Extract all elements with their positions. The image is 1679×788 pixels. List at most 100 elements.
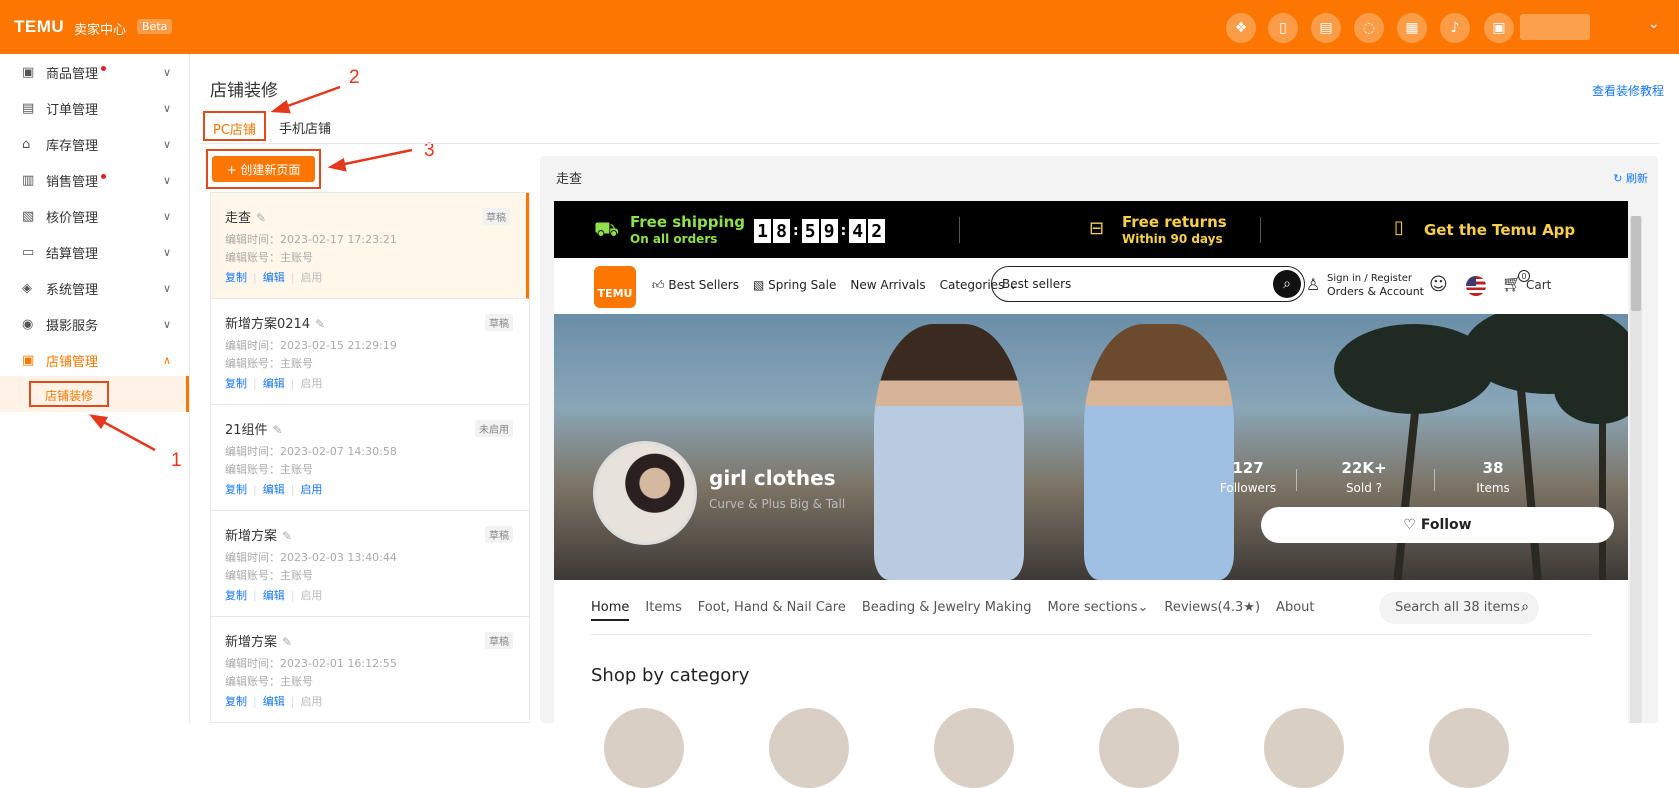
- temu-logo[interactable]: TEMU: [14, 17, 64, 37]
- sold-label: Sold: [1345, 481, 1372, 495]
- followers-label: Followers: [1219, 481, 1277, 495]
- category-thumbnail[interactable]: [934, 708, 1014, 788]
- edit-link[interactable]: 编辑: [263, 589, 285, 602]
- sidebar-item-settlement[interactable]: ▭ 结算管理 ∨: [0, 237, 190, 267]
- page-name: 新增方案: [225, 529, 278, 544]
- book-icon[interactable]: ▤: [1311, 13, 1341, 43]
- sidebar-item-inventory[interactable]: ⌂ 库存管理 ∨: [0, 129, 190, 159]
- copy-link[interactable]: 复制: [225, 483, 247, 496]
- copy-link[interactable]: 复制: [225, 377, 247, 390]
- sidebar-item-pricing[interactable]: ▧ 核价管理 ∨: [0, 201, 190, 231]
- copy-link[interactable]: 复制: [225, 589, 247, 602]
- sidebar-subitem-decoration[interactable]: 店铺装修: [0, 376, 189, 412]
- preview-scrollbar[interactable]: [1630, 216, 1642, 723]
- thumbs-up-icon: 👍︎: [652, 278, 669, 292]
- sidebar-item-label: 核价管理: [46, 210, 99, 226]
- nav-link-best-sellers[interactable]: 👍︎ Best Sellers: [652, 278, 739, 293]
- chat-icon[interactable]: ◌: [1354, 13, 1384, 43]
- category-thumbnail[interactable]: [1429, 708, 1509, 788]
- copy-link[interactable]: 复制: [225, 271, 247, 284]
- status-badge: 草稿: [485, 314, 513, 331]
- phone-icon[interactable]: ▯: [1268, 13, 1298, 43]
- sidebar-item-products[interactable]: ▣ 商品管理 ∨: [0, 57, 190, 87]
- shop-icon: ▣: [22, 352, 35, 368]
- sidebar-item-label: 系统管理: [46, 282, 99, 298]
- edit-icon[interactable]: ✎: [282, 529, 292, 543]
- edit-link[interactable]: 编辑: [263, 271, 285, 284]
- edit-link[interactable]: 编辑: [263, 377, 285, 390]
- tab-home[interactable]: Home: [591, 600, 630, 621]
- sidebar-item-system[interactable]: ◈ 系统管理 ∨: [0, 273, 190, 303]
- support-chat-icon[interactable]: ☺: [1429, 274, 1448, 295]
- tab-jewelry[interactable]: Beading & Jewelry Making: [862, 600, 1032, 621]
- sidebar-item-orders[interactable]: ▤ 订单管理 ∨: [0, 93, 190, 123]
- category-thumbnail[interactable]: [604, 708, 684, 788]
- sidebar-item-sales[interactable]: ▥ 销售管理 ∨: [0, 165, 190, 195]
- scrollbar-thumb[interactable]: [1631, 216, 1641, 311]
- page-card[interactable]: 走查 ✎ 草稿 编辑时间：2023-02-17 17:23:21 编辑账号：主账号…: [211, 193, 529, 299]
- page-card[interactable]: 21组件 ✎ 未启用 编辑时间：2023-02-07 14:30:58 编辑账号：…: [211, 405, 529, 511]
- search-icon[interactable]: ⌕: [1521, 599, 1529, 615]
- edit-icon[interactable]: ✎: [282, 635, 292, 649]
- nav-link-new-arrivals[interactable]: New Arrivals: [850, 278, 925, 293]
- page-card[interactable]: 新增方案 ✎ 草稿 编辑时间：2023-02-03 13:40:44 编辑账号：主…: [211, 511, 529, 617]
- page-edit-account: 编辑账号：主账号: [225, 569, 313, 582]
- help-icon[interactable]: ?: [1372, 481, 1382, 495]
- account-link[interactable]: Sign in / Register Orders & Account: [1327, 272, 1424, 298]
- store-icon[interactable]: ▣: [1484, 13, 1514, 43]
- create-page-button[interactable]: + 创建新页面: [212, 156, 315, 182]
- enable-link[interactable]: 启用: [300, 377, 322, 390]
- tab-about[interactable]: About: [1276, 600, 1314, 621]
- search-icon[interactable]: ⌕: [1273, 270, 1301, 298]
- edit-icon[interactable]: ✎: [256, 211, 266, 225]
- category-thumbnail[interactable]: [769, 708, 849, 788]
- enable-link[interactable]: 启用: [300, 271, 322, 284]
- store-items-search[interactable]: Search all 38 items ⌕: [1379, 592, 1539, 624]
- tab-pc-store[interactable]: PC店铺: [203, 111, 266, 141]
- nav-link-spring-sale[interactable]: ▧ Spring Sale: [753, 278, 836, 293]
- chevron-down-icon[interactable]: ⌄: [1648, 16, 1660, 32]
- us-flag-icon[interactable]: [1466, 276, 1486, 296]
- copy-link[interactable]: 复制: [225, 695, 247, 708]
- cart-label[interactable]: Cart: [1526, 278, 1551, 292]
- chevron-down-icon: ∨: [163, 101, 172, 115]
- enable-link[interactable]: 启用: [300, 483, 322, 496]
- followers-stat: 127 Followers: [1218, 459, 1278, 495]
- nav-link-label: Spring Sale: [768, 278, 837, 292]
- timer-digit: 1: [754, 219, 771, 243]
- temu-store-logo[interactable]: TEMU: [594, 266, 636, 308]
- page-card[interactable]: 新增方案 ✎ 草稿 编辑时间：2023-02-01 16:12:55 编辑账号：主…: [211, 617, 529, 722]
- enable-link[interactable]: 启用: [300, 589, 322, 602]
- tab-nail-care[interactable]: Foot, Hand & Nail Care: [698, 600, 846, 621]
- sidebar-item-photography[interactable]: ◉ 摄影服务 ∨: [0, 309, 190, 339]
- tab-reviews[interactable]: Reviews(4.3★): [1164, 600, 1260, 621]
- get-app-link[interactable]: Get the Temu App: [1424, 221, 1575, 239]
- edit-link[interactable]: 编辑: [263, 483, 285, 496]
- edit-link[interactable]: 编辑: [263, 695, 285, 708]
- refresh-button[interactable]: ↻ 刷新: [1613, 170, 1648, 186]
- page-name: 新增方案: [225, 635, 278, 650]
- enable-link[interactable]: 启用: [300, 695, 322, 708]
- store-search-input[interactable]: Best sellers ⌕: [991, 266, 1305, 302]
- page-card[interactable]: 新增方案0214 ✎ 草稿 编辑时间：2023-02-15 21:29:19 编辑…: [211, 299, 529, 405]
- refresh-label: 刷新: [1626, 172, 1648, 185]
- orders-label: Orders & Account: [1327, 285, 1424, 298]
- sidebar-item-store[interactable]: ▣ 店铺管理 ∧: [0, 345, 190, 375]
- bell-icon[interactable]: ♪: [1440, 13, 1470, 43]
- tab-mobile-store[interactable]: 手机店铺: [279, 118, 331, 137]
- edit-icon[interactable]: ✎: [315, 317, 325, 331]
- chevron-down-icon: ∨: [163, 173, 172, 187]
- tab-more-sections[interactable]: More sections⌄: [1048, 600, 1149, 621]
- user-account[interactable]: [1520, 14, 1590, 40]
- truck-icon: ⛟: [594, 217, 620, 241]
- category-thumbnail[interactable]: [1099, 708, 1179, 788]
- edit-icon[interactable]: ✎: [273, 423, 283, 437]
- handshake-icon[interactable]: ❖: [1226, 13, 1256, 43]
- tab-items[interactable]: Items: [645, 600, 681, 621]
- tutorial-link[interactable]: 查看装修教程: [1592, 82, 1664, 99]
- follow-button[interactable]: ♡ Follow: [1261, 507, 1614, 543]
- page-edit-time: 编辑时间：2023-02-01 16:12:55: [225, 657, 397, 670]
- document-icon[interactable]: ▦: [1397, 13, 1427, 43]
- store-preview: 走查 ↻ 刷新 ⛟ Free shipping On all orders 1 …: [540, 156, 1658, 788]
- category-thumbnail[interactable]: [1264, 708, 1344, 788]
